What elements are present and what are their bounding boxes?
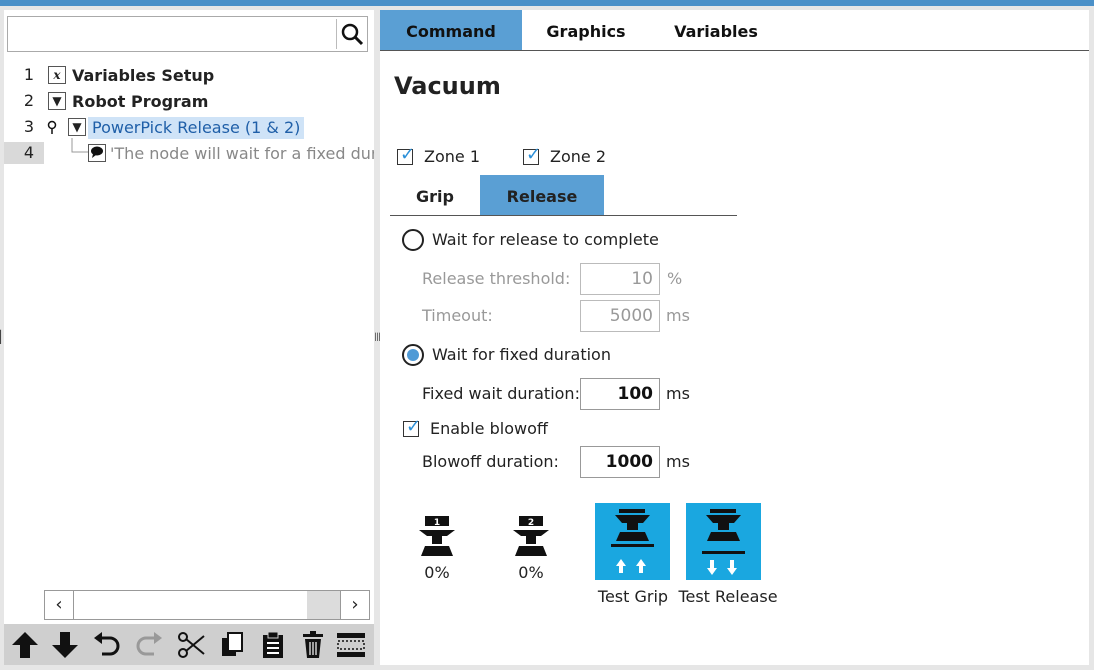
main-tabs: Command Graphics Variables (380, 10, 1089, 51)
program-tree: 1 x Variables Setup 2 ▼ Robot Program 3 … (4, 64, 374, 168)
zone2-vacuum-percent: 0% (518, 563, 544, 582)
collapse-triangle-icon[interactable]: ▼ (68, 118, 86, 136)
tab-command[interactable]: Command (380, 10, 522, 50)
move-up-icon[interactable] (8, 628, 42, 662)
test-release-button[interactable] (686, 503, 761, 580)
radio-selected-dot (407, 349, 419, 361)
tree-row[interactable]: 1 x Variables Setup (4, 64, 374, 90)
pin-icon (47, 120, 57, 134)
tree-node-label[interactable]: 'The node will wait for a fixed dura (110, 143, 374, 165)
tab-graphics[interactable]: Graphics (522, 10, 650, 50)
blowoff-enable-label[interactable]: Enable blowoff (430, 419, 548, 439)
paste-icon[interactable] (256, 628, 290, 662)
x-variable-icon: x (48, 66, 66, 84)
tree-node-label[interactable]: Variables Setup (72, 65, 214, 87)
comment-icon (88, 144, 106, 162)
tab-grip[interactable]: Grip (390, 175, 480, 215)
blowoff-duration-label: Blowoff duration: (422, 452, 559, 471)
tree-row[interactable]: 2 ▼ Robot Program (4, 90, 374, 116)
redo-icon[interactable] (132, 628, 166, 662)
fixed-duration-input[interactable]: 100 (580, 378, 660, 410)
line-number: 3 (23, 117, 34, 136)
search-divider (336, 19, 337, 49)
svg-text:1: 1 (434, 518, 440, 528)
zone1-label[interactable]: Zone 1 (424, 147, 480, 167)
blowoff-checkbox[interactable]: ✓ (403, 416, 421, 437)
undo-icon[interactable] (90, 628, 124, 662)
check-icon: ✓ (400, 144, 416, 165)
check-icon: ✓ (526, 144, 542, 165)
vacuum-cup-zone1-icon: 1 (419, 516, 455, 556)
suppress-icon[interactable] (334, 628, 368, 662)
line-number: 4 (4, 142, 44, 164)
move-down-icon[interactable] (48, 628, 82, 662)
test-grip-label[interactable]: Test Grip (592, 587, 674, 606)
scroll-track[interactable] (74, 590, 340, 620)
collapse-triangle-icon[interactable]: ▼ (48, 92, 66, 110)
test-grip-button[interactable] (595, 503, 670, 580)
tree-connector (71, 138, 88, 153)
zone1-checkbox[interactable]: ✓ (397, 144, 415, 165)
blowoff-duration-unit: ms (666, 452, 690, 471)
test-release-label[interactable]: Test Release (678, 587, 778, 606)
timeout-unit: ms (666, 306, 690, 325)
line-number: 2 (23, 91, 34, 110)
wait-complete-label[interactable]: Wait for release to complete (432, 230, 659, 250)
threshold-input[interactable]: 10 (580, 263, 660, 295)
vacuum-cup-zone2-icon: 2 (513, 516, 549, 556)
timeout-label: Timeout: (422, 306, 493, 325)
blowoff-duration-input[interactable]: 1000 (580, 446, 660, 478)
program-toolbar (4, 624, 374, 665)
cut-icon[interactable] (174, 628, 208, 662)
grip-release-tabs: Grip Release (390, 175, 737, 216)
delete-icon[interactable] (296, 628, 330, 662)
copy-icon[interactable] (216, 628, 250, 662)
tree-node-label-selected[interactable]: PowerPick Release (1 & 2) (88, 117, 305, 139)
scroll-right-button[interactable]: › (340, 590, 370, 620)
zone2-label[interactable]: Zone 2 (550, 147, 606, 167)
check-icon: ✓ (406, 416, 422, 437)
page-title: Vacuum (394, 72, 501, 100)
search-box[interactable] (7, 16, 368, 52)
search-icon[interactable] (340, 22, 364, 46)
tab-variables[interactable]: Variables (650, 10, 782, 50)
wait-complete-radio[interactable] (402, 229, 424, 251)
collapse-handle-icon[interactable]: ▏ (0, 330, 9, 344)
wait-fixed-radio[interactable] (402, 344, 424, 366)
line-number: 1 (23, 65, 34, 84)
threshold-label: Release threshold: (422, 269, 571, 288)
threshold-unit: % (667, 269, 683, 288)
timeout-input[interactable]: 5000 (580, 300, 660, 332)
zone1-vacuum-percent: 0% (424, 563, 450, 582)
scroll-left-button[interactable]: ‹ (44, 590, 74, 620)
command-panel: Command Graphics Variables Vacuum ✓ Zone… (380, 10, 1089, 665)
svg-text:2: 2 (528, 518, 534, 528)
horizontal-scrollbar[interactable]: ‹ › (44, 590, 374, 622)
tree-row[interactable]: 4 'The node will wait for a fixed dura (4, 138, 374, 168)
test-grip-icon (611, 509, 654, 573)
program-tree-panel: 1 x Variables Setup 2 ▼ Robot Program 3 … (4, 10, 374, 665)
fixed-duration-label: Fixed wait duration: (422, 384, 580, 403)
fixed-duration-unit: ms (666, 384, 690, 403)
test-release-icon (702, 509, 745, 575)
top-accent-bar (0, 0, 1094, 6)
tree-row[interactable]: 3 ▼ PowerPick Release (1 & 2) (4, 116, 374, 142)
wait-fixed-label[interactable]: Wait for fixed duration (432, 345, 611, 365)
tab-release[interactable]: Release (480, 175, 604, 215)
tree-node-label[interactable]: Robot Program (72, 91, 208, 113)
scroll-thumb[interactable] (307, 591, 340, 619)
zone2-checkbox[interactable]: ✓ (523, 144, 541, 165)
